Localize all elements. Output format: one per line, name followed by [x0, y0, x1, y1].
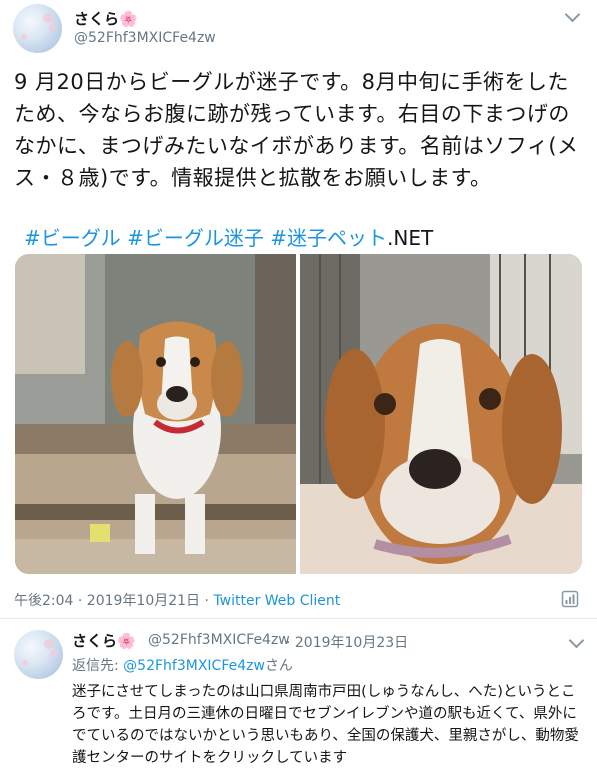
tweet-meta: 午後2:04 · 2019年10月21日 · Twitter Web Clien…	[14, 590, 340, 610]
author-avatar[interactable]	[13, 4, 62, 53]
tweet-divider	[0, 618, 597, 619]
tweet-text: 9 月20日からビーグルが迷子です。8月中旬に手術をしたため、今ならお腹に跡が残…	[14, 70, 579, 190]
tweet-photo-2[interactable]	[300, 254, 582, 574]
hashtag-link[interactable]: #ビーグル迷子	[127, 226, 264, 250]
analytics-icon[interactable]	[561, 590, 579, 608]
author-name[interactable]: さくら🌸	[74, 8, 138, 29]
replying-suffix: さん	[264, 658, 293, 674]
tweet-photo-1[interactable]	[15, 254, 296, 574]
reply-text: 迷子にさせてしまったのは山口県周南市戸田(しゅうなんし、へた)というところです。…	[72, 684, 579, 766]
reply-author-name[interactable]: さくら🌸	[72, 630, 136, 651]
tweet-client-link[interactable]: Twitter Web Client	[213, 593, 340, 609]
hashtag-suffix: .NET	[387, 226, 434, 250]
chevron-down-icon[interactable]	[564, 6, 581, 23]
hashtag-link[interactable]: #迷子ペット	[270, 226, 387, 250]
tweet-timestamp[interactable]: 午後2:04 · 2019年10月21日 ·	[14, 593, 213, 609]
author-handle[interactable]: @52Fhf3MXICFe4zw	[74, 30, 216, 46]
reply-avatar[interactable]	[14, 630, 63, 679]
hashtag-link[interactable]: #ビーグル	[24, 226, 121, 250]
replying-label: 返信先:	[72, 658, 124, 674]
chevron-down-icon[interactable]	[568, 632, 585, 649]
reply-author-handle[interactable]: @52Fhf3MXICFe4zw	[148, 632, 290, 648]
replying-to: 返信先: @52Fhf3MXICFe4zwさん	[72, 655, 293, 675]
hashtag-line: #ビーグル #ビーグル迷子 #迷子ペット.NET	[24, 224, 433, 252]
replying-mention[interactable]: @52Fhf3MXICFe4zw	[123, 658, 265, 674]
reply-date[interactable]: · 2019年10月23日	[286, 632, 408, 652]
